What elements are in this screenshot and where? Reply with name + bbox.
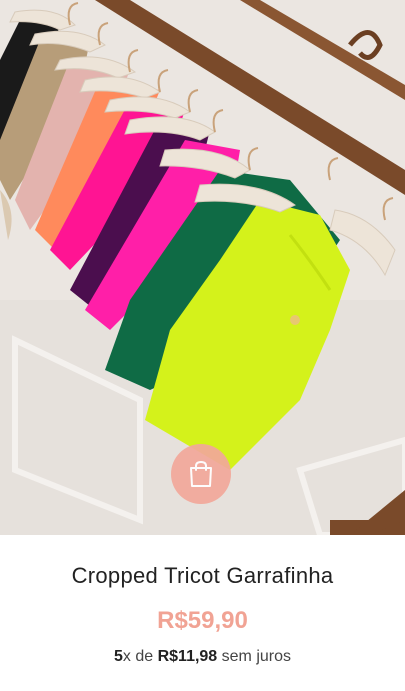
- product-card[interactable]: Cropped Tricot Garrafinha R$59,90 5x de …: [0, 0, 405, 691]
- installments-count-suffix: x de: [122, 648, 154, 665]
- installments-count: 5: [113, 648, 123, 665]
- installments-amount: R$11,98: [157, 648, 218, 665]
- product-price: R$59,90: [157, 607, 248, 634]
- installments-text: 5x de R$11,98 sem juros: [0, 648, 405, 666]
- add-to-cart-button[interactable]: [171, 444, 231, 504]
- shopping-bag-icon: [190, 460, 212, 487]
- product-info: Cropped Tricot Garrafinha R$59,90 5x de …: [0, 535, 405, 691]
- installments-suffix: sem juros: [221, 648, 292, 665]
- product-image[interactable]: [0, 0, 405, 535]
- product-title[interactable]: Cropped Tricot Garrafinha: [0, 563, 405, 589]
